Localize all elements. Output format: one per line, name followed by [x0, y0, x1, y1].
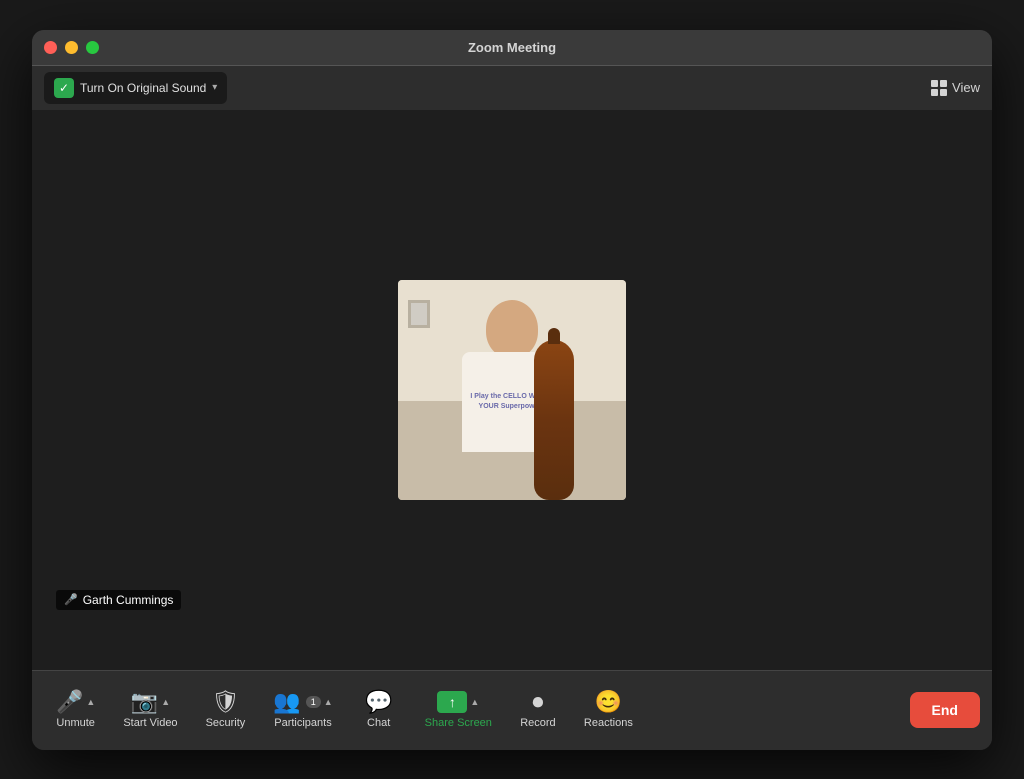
mute-icon: 🎤 [64, 593, 78, 606]
bottom-toolbar: 🎤 ▲ Unmute 📷 ▲ Start Video 🛡 Security 👥 [32, 670, 992, 750]
share-screen-icon-area: ↑ ▲ [437, 691, 479, 713]
record-icon: ⏺ [532, 691, 543, 713]
grid-icon [931, 80, 947, 96]
record-icon-area: ⏺ [532, 691, 543, 713]
chat-button[interactable]: 💬 Chat [349, 685, 409, 735]
original-sound-button[interactable]: ✓ Turn On Original Sound ▾ [44, 72, 227, 104]
shield-icon: ✓ [54, 78, 74, 98]
participant-video: I Play the CELLO What is YOUR Superpower… [398, 280, 626, 500]
participant-name-label: 🎤 Garth Cummings [56, 590, 181, 610]
maximize-button[interactable] [86, 41, 99, 54]
unmute-button[interactable]: 🎤 ▲ Unmute [44, 685, 107, 735]
window-frame [408, 300, 430, 328]
start-video-button[interactable]: 📷 ▲ Start Video [111, 685, 189, 735]
unmute-label: Unmute [56, 717, 95, 729]
record-button[interactable]: ⏺ Record [508, 685, 568, 735]
share-screen-button[interactable]: ↑ ▲ Share Screen [413, 685, 504, 735]
participants-label: Participants [274, 717, 331, 729]
share-caret: ▲ [470, 697, 479, 707]
close-button[interactable] [44, 41, 57, 54]
title-bar: Zoom Meeting [32, 30, 992, 66]
participant-name: Garth Cummings [83, 593, 174, 607]
top-toolbar: ✓ Turn On Original Sound ▾ View [32, 66, 992, 110]
start-video-icon-area: 📷 ▲ [131, 691, 170, 713]
main-video-area: I Play the CELLO What is YOUR Superpower… [32, 110, 992, 670]
view-label: View [952, 80, 980, 95]
reactions-icon: 😊 [595, 691, 622, 713]
chat-icon: 💬 [365, 691, 392, 713]
chat-label: Chat [367, 717, 390, 729]
share-arrow-icon: ↑ [449, 694, 456, 710]
sound-label: Turn On Original Sound [80, 81, 206, 95]
video-slash-icon: 📷 [131, 691, 158, 713]
reactions-icon-area: 😊 [595, 691, 622, 713]
security-icon: 🛡 [211, 691, 239, 713]
start-video-label: Start Video [123, 717, 177, 729]
reactions-button[interactable]: 😊 Reactions [572, 685, 645, 735]
participants-caret: ▲ [324, 697, 333, 707]
cello [534, 340, 574, 500]
chat-icon-area: 💬 [365, 691, 392, 713]
unmute-icon-area: 🎤 ▲ [56, 691, 95, 713]
person-figure: I Play the CELLO What is YOUR Superpower… [442, 300, 582, 500]
zoom-window: Zoom Meeting ✓ Turn On Original Sound ▾ … [32, 30, 992, 750]
window-controls [44, 41, 99, 54]
security-label: Security [206, 717, 246, 729]
security-button[interactable]: 🛡 Security [194, 685, 258, 735]
video-caret: ▲ [161, 697, 170, 707]
participants-icon-area: 👥 1 ▲ [273, 691, 332, 713]
security-icon-area: 🛡 [211, 691, 239, 713]
window-title: Zoom Meeting [468, 40, 556, 55]
microphone-slash-icon: 🎤 [56, 691, 83, 713]
chevron-down-icon: ▾ [212, 82, 217, 93]
reactions-label: Reactions [584, 717, 633, 729]
minimize-button[interactable] [65, 41, 78, 54]
cello-scroll [548, 328, 560, 344]
record-label: Record [520, 717, 555, 729]
video-background: I Play the CELLO What is YOUR Superpower… [398, 280, 626, 500]
participants-icon: 👥 [273, 691, 300, 713]
person-head [486, 300, 538, 358]
share-screen-icon: ↑ [437, 691, 467, 713]
participants-count-badge: 1 [306, 696, 321, 708]
end-meeting-button[interactable]: End [910, 692, 980, 728]
view-button[interactable]: View [931, 80, 980, 96]
participants-button[interactable]: 👥 1 ▲ Participants [261, 685, 344, 735]
share-screen-label: Share Screen [425, 717, 492, 729]
unmute-caret: ▲ [86, 697, 95, 707]
